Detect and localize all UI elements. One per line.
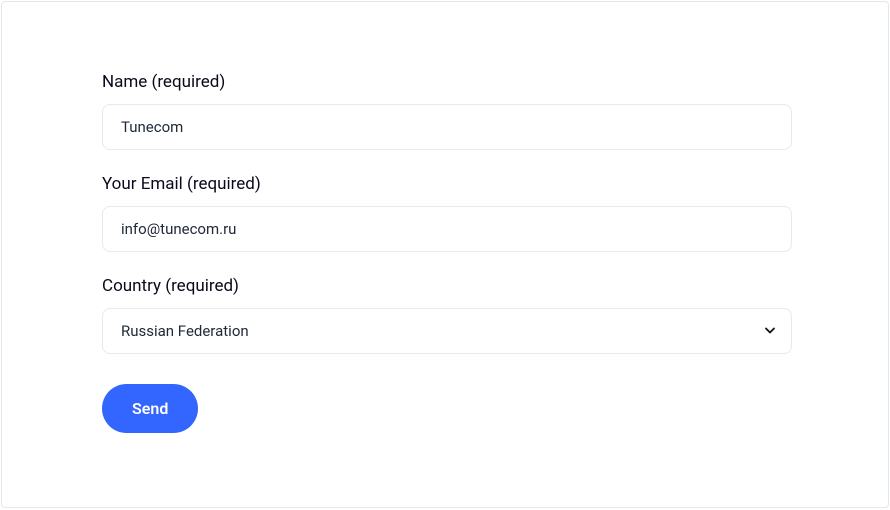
country-label: Country (required) [102, 276, 792, 296]
name-label: Name (required) [102, 72, 792, 92]
email-label: Your Email (required) [102, 174, 792, 194]
name-input[interactable] [102, 104, 792, 150]
email-field-group: Your Email (required) [102, 174, 792, 252]
send-button[interactable]: Send [102, 384, 198, 433]
email-input[interactable] [102, 206, 792, 252]
country-select[interactable]: Russian Federation [102, 308, 792, 354]
form-container: Name (required) Your Email (required) Co… [1, 1, 889, 508]
name-field-group: Name (required) [102, 72, 792, 150]
country-select-wrapper: Russian Federation [102, 308, 792, 354]
country-field-group: Country (required) Russian Federation [102, 276, 792, 354]
